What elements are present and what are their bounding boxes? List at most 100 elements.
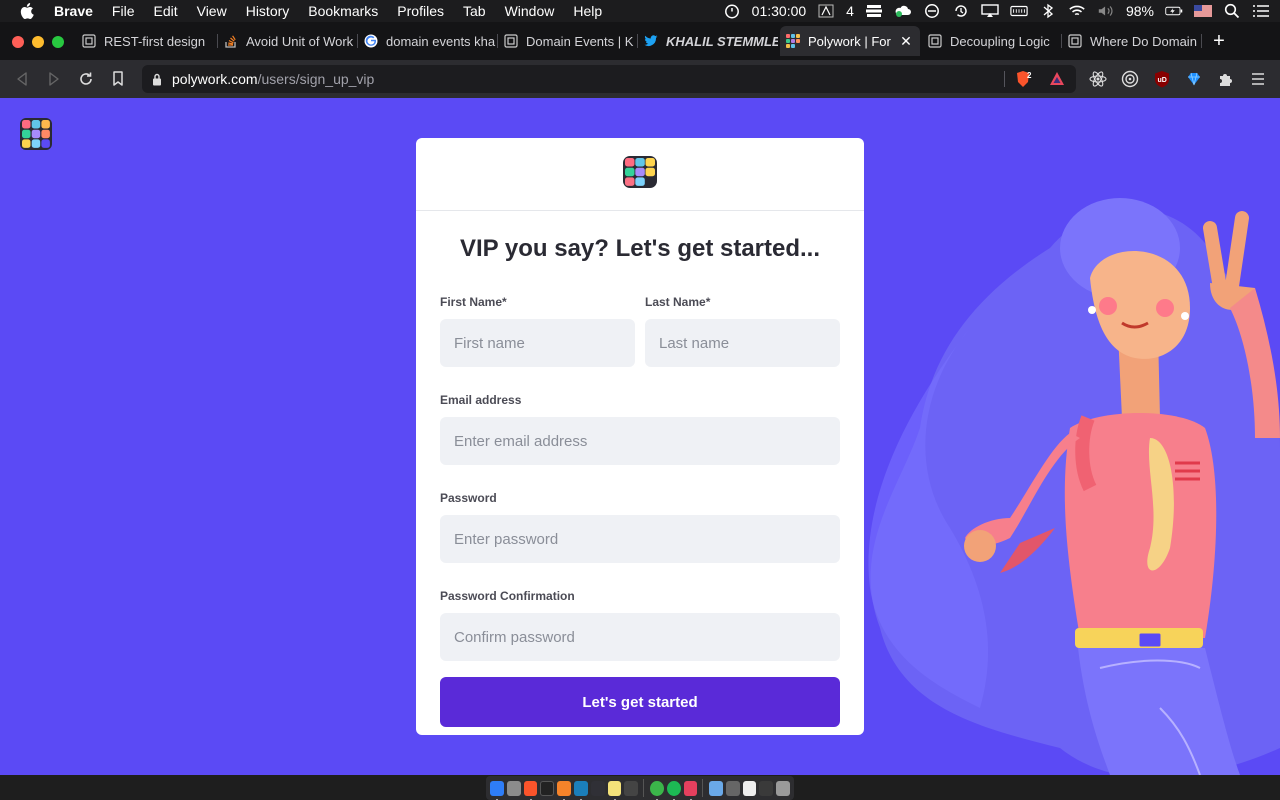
polywork-logo-icon [623,155,657,193]
sublime-text-icon[interactable] [557,780,572,800]
stack-icon[interactable] [865,4,883,18]
brave-browser-icon[interactable] [523,780,538,800]
forward-button[interactable] [45,70,63,88]
browser-tab[interactable]: KHALIL STEMMLER [638,26,778,56]
menu-file[interactable]: File [112,3,135,19]
email-group: Email address [416,393,864,465]
maximize-window-button[interactable] [52,36,64,48]
target-extension-icon[interactable] [1121,70,1139,88]
browser-toolbar: polywork.com/users/sign_up_vip 2 uD [0,60,1280,98]
name-row: First Name* Last Name* [416,295,864,367]
password-label: Password [440,491,497,505]
launchpad-icon[interactable] [506,780,521,796]
browser-tab[interactable]: Domain Events | K [498,26,638,56]
address-divider [1004,71,1005,87]
first-name-label: First Name* [440,295,507,309]
last-name-field[interactable] [645,319,840,367]
keyboard-icon[interactable] [1010,4,1028,18]
back-button[interactable] [13,70,31,88]
trash-icon[interactable] [776,780,790,796]
status-area: 01:30:00 4 98% [723,0,1270,22]
tab-title: KHALIL STEMMLER [666,33,778,49]
pdf-document-icon[interactable] [742,780,757,796]
email-label: Email address [440,393,522,407]
browser-tab[interactable]: Where Do Domain [1062,26,1202,56]
concentric-square-icon [82,34,96,48]
menu-window[interactable]: Window [505,3,555,19]
bluetooth-icon[interactable] [1039,3,1057,19]
battery-charging-icon[interactable] [1165,4,1183,18]
workspace-count: 4 [846,3,854,19]
reload-button[interactable] [77,70,95,88]
wifi-icon[interactable] [1068,4,1086,18]
browser-tab[interactable]: Avoid Unit of Work [218,26,358,56]
volume-icon[interactable] [1097,4,1115,18]
preview-icon[interactable] [725,780,740,796]
finder-icon[interactable] [490,780,504,800]
bookmark-icon[interactable] [109,70,127,88]
menu-edit[interactable]: Edit [153,3,177,19]
menu-view[interactable]: View [197,3,227,19]
polywork-icon [786,34,800,48]
do-not-disturb-icon[interactable] [923,4,941,18]
polywork-logo-icon[interactable] [20,118,52,155]
new-tab-button[interactable]: + [1210,31,1228,51]
address-bar[interactable]: polywork.com/users/sign_up_vip 2 [142,65,1076,93]
browser-tab-active[interactable]: Polywork | For ✕ [780,26,920,56]
password-field[interactable] [440,515,840,563]
concentric-square-icon [504,34,518,48]
react-devtools-icon[interactable] [1089,70,1107,88]
activity-monitor-icon[interactable] [590,780,605,796]
password-confirmation-group: Password Confirmation [416,589,864,661]
menu-history[interactable]: History [246,3,290,19]
us-flag-icon[interactable] [1194,4,1212,18]
menu-profiles[interactable]: Profiles [397,3,444,19]
timer-text: 01:30:00 [751,3,807,19]
signup-card: VIP you say? Let's get started... First … [416,138,864,735]
get-started-button[interactable]: Let's get started [440,677,840,727]
close-window-button[interactable] [12,36,24,48]
menu-tab[interactable]: Tab [463,3,486,19]
tab-title: Domain Events | K [526,33,634,49]
menu-app-name[interactable]: Brave [54,3,93,19]
whatsapp-icon[interactable] [649,780,664,800]
screenshot-icon[interactable] [759,780,774,796]
brave-shields-icon[interactable]: 2 [1014,70,1032,88]
email-field[interactable] [440,417,840,465]
notes-icon[interactable] [607,780,622,800]
control-center-icon[interactable] [1252,4,1270,18]
browser-menu-icon[interactable] [1249,70,1267,88]
card-header [416,138,864,211]
close-tab-icon[interactable]: ✕ [898,33,914,50]
spotlight-search-icon[interactable] [1223,3,1241,19]
minimize-window-button[interactable] [32,36,44,48]
lock-icon[interactable] [152,73,162,86]
apple-menu-icon[interactable] [20,3,38,19]
menu-help[interactable]: Help [573,3,602,19]
iterm-icon[interactable] [624,780,639,796]
first-name-field[interactable] [440,319,635,367]
browser-tab[interactable]: REST-first design [76,26,218,56]
calendar-icon[interactable] [683,780,698,800]
brave-rewards-icon[interactable] [1048,70,1066,88]
airplay-icon[interactable] [981,4,999,18]
password-confirmation-field[interactable] [440,613,840,661]
ublock-origin-icon[interactable]: uD [1153,70,1171,88]
timer-icon[interactable] [723,4,741,19]
extensions-puzzle-icon[interactable] [1217,70,1235,88]
page-content: VIP you say? Let's get started... First … [0,98,1280,775]
vscode-icon[interactable] [574,780,588,800]
browser-tab[interactable]: domain events kha [358,26,498,56]
gem-extension-icon[interactable] [1185,70,1203,88]
browser-tab-strip: REST-first design Avoid Unit of Work dom… [0,22,1280,60]
time-machine-icon[interactable] [952,4,970,18]
menu-bookmarks[interactable]: Bookmarks [308,3,378,19]
workspace-icon[interactable] [817,4,835,18]
terminal-icon[interactable] [540,780,555,800]
cloud-sync-icon[interactable] [894,4,912,18]
svg-text:2: 2 [1027,71,1032,80]
spotify-icon[interactable] [666,780,681,800]
concentric-square-icon [928,34,942,48]
downloads-folder-icon[interactable] [709,780,723,796]
browser-tab[interactable]: Decoupling Logic [922,26,1062,56]
